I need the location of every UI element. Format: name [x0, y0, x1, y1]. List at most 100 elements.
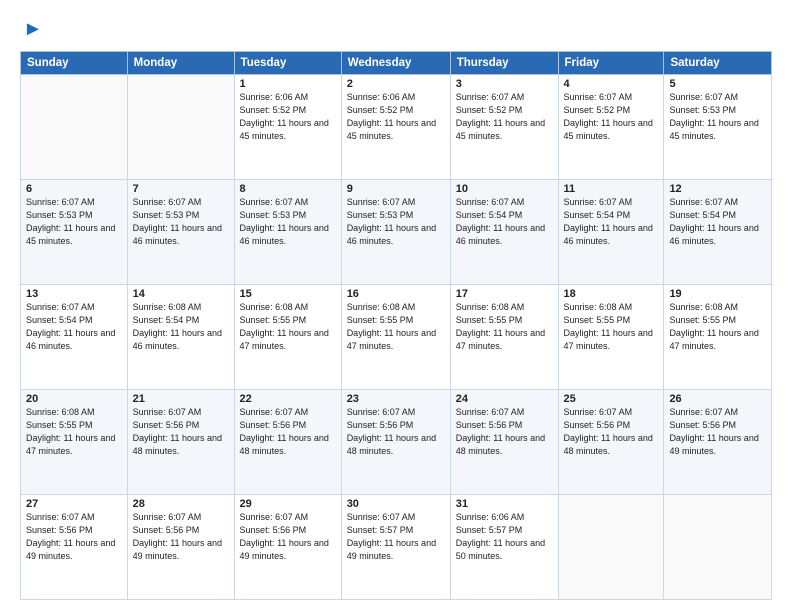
day-info: Sunrise: 6:07 AM Sunset: 5:56 PM Dayligh…: [240, 511, 336, 563]
calendar-cell: 17Sunrise: 6:08 AM Sunset: 5:55 PM Dayli…: [450, 285, 558, 390]
calendar-cell: 20Sunrise: 6:08 AM Sunset: 5:55 PM Dayli…: [21, 390, 128, 495]
weekday-saturday: Saturday: [664, 52, 772, 75]
calendar-cell: 11Sunrise: 6:07 AM Sunset: 5:54 PM Dayli…: [558, 180, 664, 285]
day-number: 25: [564, 393, 659, 405]
day-number: 1: [240, 78, 336, 90]
calendar-page: ► SundayMondayTuesdayWednesdayThursdayFr…: [0, 0, 792, 612]
day-number: 12: [669, 183, 766, 195]
calendar-cell: [127, 75, 234, 180]
calendar-cell: 19Sunrise: 6:08 AM Sunset: 5:55 PM Dayli…: [664, 285, 772, 390]
day-info: Sunrise: 6:07 AM Sunset: 5:56 PM Dayligh…: [26, 511, 122, 563]
day-number: 22: [240, 393, 336, 405]
calendar-cell: 29Sunrise: 6:07 AM Sunset: 5:56 PM Dayli…: [234, 495, 341, 600]
day-number: 10: [456, 183, 553, 195]
day-info: Sunrise: 6:07 AM Sunset: 5:54 PM Dayligh…: [26, 301, 122, 353]
day-number: 14: [133, 288, 229, 300]
day-number: 21: [133, 393, 229, 405]
calendar-week-2: 6Sunrise: 6:07 AM Sunset: 5:53 PM Daylig…: [21, 180, 772, 285]
day-info: Sunrise: 6:08 AM Sunset: 5:55 PM Dayligh…: [564, 301, 659, 353]
calendar-cell: 6Sunrise: 6:07 AM Sunset: 5:53 PM Daylig…: [21, 180, 128, 285]
calendar-cell: [558, 495, 664, 600]
day-info: Sunrise: 6:07 AM Sunset: 5:56 PM Dayligh…: [669, 406, 766, 458]
calendar-cell: 26Sunrise: 6:07 AM Sunset: 5:56 PM Dayli…: [664, 390, 772, 495]
weekday-wednesday: Wednesday: [341, 52, 450, 75]
day-number: 23: [347, 393, 445, 405]
weekday-friday: Friday: [558, 52, 664, 75]
calendar-cell: 25Sunrise: 6:07 AM Sunset: 5:56 PM Dayli…: [558, 390, 664, 495]
day-number: 19: [669, 288, 766, 300]
calendar-cell: 30Sunrise: 6:07 AM Sunset: 5:57 PM Dayli…: [341, 495, 450, 600]
calendar-cell: 13Sunrise: 6:07 AM Sunset: 5:54 PM Dayli…: [21, 285, 128, 390]
calendar-cell: [664, 495, 772, 600]
day-info: Sunrise: 6:07 AM Sunset: 5:53 PM Dayligh…: [347, 196, 445, 248]
calendar-cell: 23Sunrise: 6:07 AM Sunset: 5:56 PM Dayli…: [341, 390, 450, 495]
calendar-cell: 9Sunrise: 6:07 AM Sunset: 5:53 PM Daylig…: [341, 180, 450, 285]
day-info: Sunrise: 6:07 AM Sunset: 5:56 PM Dayligh…: [240, 406, 336, 458]
day-number: 30: [347, 498, 445, 510]
day-info: Sunrise: 6:06 AM Sunset: 5:57 PM Dayligh…: [456, 511, 553, 563]
calendar-cell: 8Sunrise: 6:07 AM Sunset: 5:53 PM Daylig…: [234, 180, 341, 285]
day-info: Sunrise: 6:07 AM Sunset: 5:52 PM Dayligh…: [456, 91, 553, 143]
calendar-cell: 21Sunrise: 6:07 AM Sunset: 5:56 PM Dayli…: [127, 390, 234, 495]
day-number: 6: [26, 183, 122, 195]
day-info: Sunrise: 6:07 AM Sunset: 5:56 PM Dayligh…: [456, 406, 553, 458]
weekday-thursday: Thursday: [450, 52, 558, 75]
weekday-sunday: Sunday: [21, 52, 128, 75]
day-number: 27: [26, 498, 122, 510]
calendar-cell: 16Sunrise: 6:08 AM Sunset: 5:55 PM Dayli…: [341, 285, 450, 390]
day-info: Sunrise: 6:08 AM Sunset: 5:54 PM Dayligh…: [133, 301, 229, 353]
day-number: 2: [347, 78, 445, 90]
day-number: 3: [456, 78, 553, 90]
day-number: 5: [669, 78, 766, 90]
day-info: Sunrise: 6:07 AM Sunset: 5:54 PM Dayligh…: [456, 196, 553, 248]
day-info: Sunrise: 6:08 AM Sunset: 5:55 PM Dayligh…: [456, 301, 553, 353]
day-info: Sunrise: 6:07 AM Sunset: 5:52 PM Dayligh…: [564, 91, 659, 143]
calendar-cell: 3Sunrise: 6:07 AM Sunset: 5:52 PM Daylig…: [450, 75, 558, 180]
calendar-cell: 14Sunrise: 6:08 AM Sunset: 5:54 PM Dayli…: [127, 285, 234, 390]
calendar-cell: 10Sunrise: 6:07 AM Sunset: 5:54 PM Dayli…: [450, 180, 558, 285]
day-number: 29: [240, 498, 336, 510]
calendar-cell: 12Sunrise: 6:07 AM Sunset: 5:54 PM Dayli…: [664, 180, 772, 285]
calendar-cell: 5Sunrise: 6:07 AM Sunset: 5:53 PM Daylig…: [664, 75, 772, 180]
day-number: 4: [564, 78, 659, 90]
day-number: 17: [456, 288, 553, 300]
calendar-week-1: 1Sunrise: 6:06 AM Sunset: 5:52 PM Daylig…: [21, 75, 772, 180]
calendar-table: SundayMondayTuesdayWednesdayThursdayFrid…: [20, 51, 772, 600]
day-info: Sunrise: 6:07 AM Sunset: 5:56 PM Dayligh…: [133, 511, 229, 563]
logo-icon: ►: [23, 18, 43, 41]
calendar-cell: 28Sunrise: 6:07 AM Sunset: 5:56 PM Dayli…: [127, 495, 234, 600]
day-info: Sunrise: 6:07 AM Sunset: 5:54 PM Dayligh…: [564, 196, 659, 248]
calendar-week-4: 20Sunrise: 6:08 AM Sunset: 5:55 PM Dayli…: [21, 390, 772, 495]
page-header: ►: [20, 18, 772, 41]
calendar-week-5: 27Sunrise: 6:07 AM Sunset: 5:56 PM Dayli…: [21, 495, 772, 600]
day-info: Sunrise: 6:06 AM Sunset: 5:52 PM Dayligh…: [347, 91, 445, 143]
day-number: 9: [347, 183, 445, 195]
day-info: Sunrise: 6:07 AM Sunset: 5:57 PM Dayligh…: [347, 511, 445, 563]
day-info: Sunrise: 6:07 AM Sunset: 5:53 PM Dayligh…: [133, 196, 229, 248]
day-info: Sunrise: 6:08 AM Sunset: 5:55 PM Dayligh…: [26, 406, 122, 458]
day-number: 31: [456, 498, 553, 510]
day-info: Sunrise: 6:07 AM Sunset: 5:54 PM Dayligh…: [669, 196, 766, 248]
calendar-cell: [21, 75, 128, 180]
day-info: Sunrise: 6:08 AM Sunset: 5:55 PM Dayligh…: [240, 301, 336, 353]
day-info: Sunrise: 6:07 AM Sunset: 5:56 PM Dayligh…: [564, 406, 659, 458]
calendar-week-3: 13Sunrise: 6:07 AM Sunset: 5:54 PM Dayli…: [21, 285, 772, 390]
calendar-cell: 27Sunrise: 6:07 AM Sunset: 5:56 PM Dayli…: [21, 495, 128, 600]
day-number: 28: [133, 498, 229, 510]
calendar-cell: 2Sunrise: 6:06 AM Sunset: 5:52 PM Daylig…: [341, 75, 450, 180]
day-info: Sunrise: 6:08 AM Sunset: 5:55 PM Dayligh…: [347, 301, 445, 353]
weekday-monday: Monday: [127, 52, 234, 75]
day-info: Sunrise: 6:07 AM Sunset: 5:53 PM Dayligh…: [26, 196, 122, 248]
day-number: 11: [564, 183, 659, 195]
day-number: 26: [669, 393, 766, 405]
day-info: Sunrise: 6:06 AM Sunset: 5:52 PM Dayligh…: [240, 91, 336, 143]
day-info: Sunrise: 6:08 AM Sunset: 5:55 PM Dayligh…: [669, 301, 766, 353]
day-number: 18: [564, 288, 659, 300]
calendar-cell: 18Sunrise: 6:08 AM Sunset: 5:55 PM Dayli…: [558, 285, 664, 390]
day-info: Sunrise: 6:07 AM Sunset: 5:56 PM Dayligh…: [133, 406, 229, 458]
day-info: Sunrise: 6:07 AM Sunset: 5:53 PM Dayligh…: [669, 91, 766, 143]
calendar-cell: 7Sunrise: 6:07 AM Sunset: 5:53 PM Daylig…: [127, 180, 234, 285]
day-number: 24: [456, 393, 553, 405]
calendar-cell: 22Sunrise: 6:07 AM Sunset: 5:56 PM Dayli…: [234, 390, 341, 495]
calendar-cell: 15Sunrise: 6:08 AM Sunset: 5:55 PM Dayli…: [234, 285, 341, 390]
